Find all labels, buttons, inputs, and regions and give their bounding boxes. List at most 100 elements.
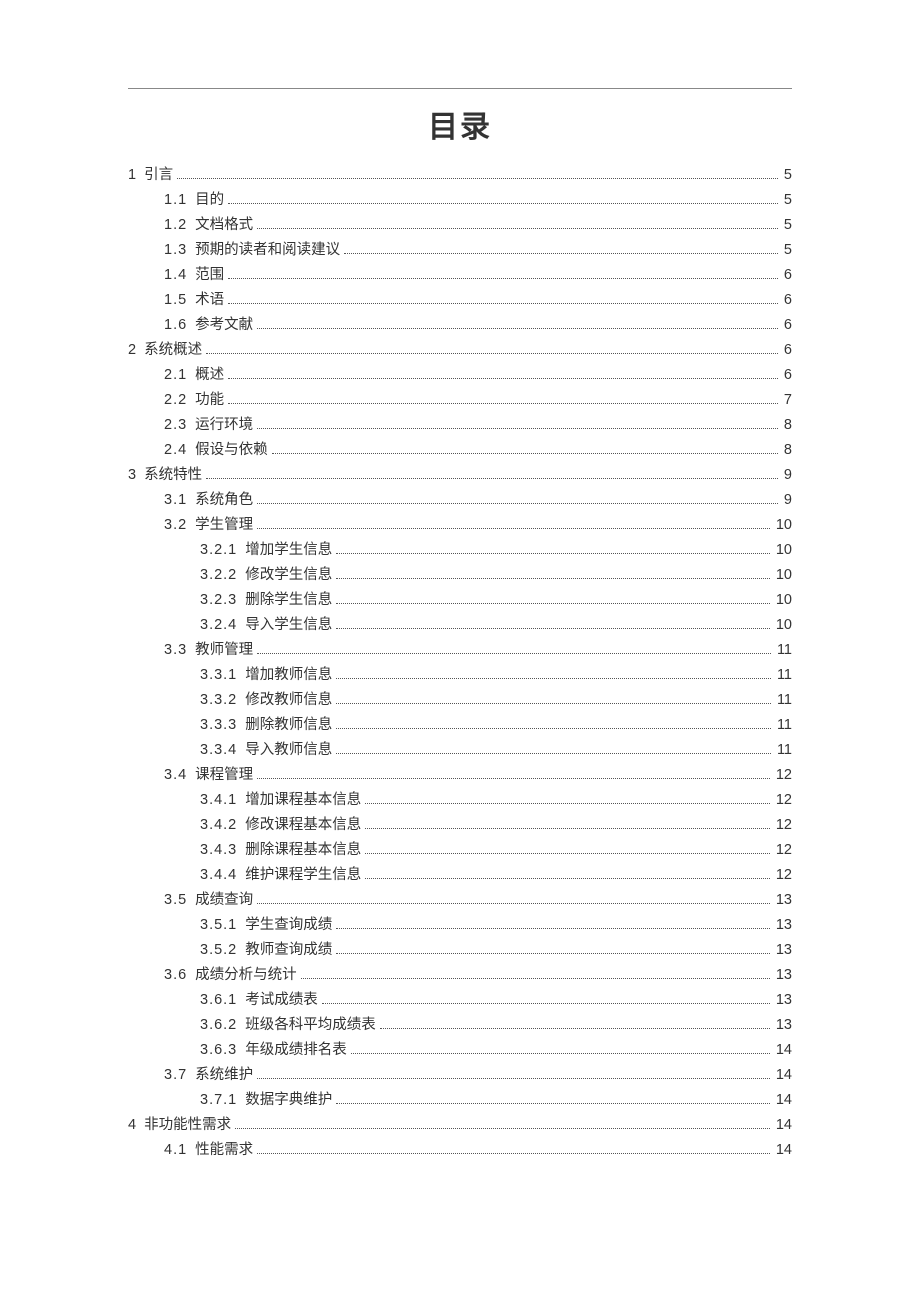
toc-entry: 1.3预期的读者和阅读建议5 [128, 243, 792, 258]
toc-entry-label: 教师查询成绩 [245, 943, 332, 958]
toc-dot-leader [206, 344, 778, 354]
toc-dot-leader [336, 619, 770, 629]
toc-entry: 1.1目的5 [128, 193, 792, 208]
toc-entry-number: 1.5 [164, 293, 187, 308]
toc-entry: 1.6参考文献6 [128, 318, 792, 333]
toc-dot-leader [365, 869, 770, 879]
toc-entry-number: 2.3 [164, 418, 187, 433]
toc-entry-number: 2.1 [164, 368, 187, 383]
toc-entry-number: 3.5.2 [200, 943, 237, 958]
toc-dot-leader [365, 844, 770, 854]
toc-entry: 3.4.1增加课程基本信息12 [128, 793, 792, 808]
toc-dot-leader [365, 794, 770, 804]
toc-entry-number: 3.6.2 [200, 1018, 237, 1033]
toc-entry-label: 修改教师信息 [245, 693, 332, 708]
toc-entry: 3.6.1考试成绩表13 [128, 993, 792, 1008]
toc-entry-page: 13 [774, 918, 792, 933]
toc-entry-page: 10 [774, 543, 792, 558]
toc-entry-label: 学生管理 [195, 518, 253, 533]
toc-entry-number: 1.3 [164, 243, 187, 258]
toc-entry-label: 系统概述 [144, 343, 202, 358]
toc-dot-leader [228, 394, 778, 404]
toc-entry-label: 教师管理 [195, 643, 253, 658]
toc-entry-page: 9 [782, 493, 792, 508]
toc-entry: 3.5.1学生查询成绩13 [128, 918, 792, 933]
toc-entry: 4非功能性需求14 [128, 1118, 792, 1133]
toc-entry-number: 1 [128, 168, 136, 183]
toc-entry-number: 3.3.3 [200, 718, 237, 733]
toc-entry-page: 12 [774, 868, 792, 883]
toc-entry-label: 概述 [195, 368, 224, 383]
toc-entry: 3.2.3删除学生信息10 [128, 593, 792, 608]
toc-entry-label: 考试成绩表 [245, 993, 318, 1008]
toc-entry-number: 1.4 [164, 268, 187, 283]
toc-entry: 3.6.3年级成绩排名表14 [128, 1043, 792, 1058]
toc-dot-leader [322, 994, 770, 1004]
toc-entry-page: 5 [782, 218, 792, 233]
toc-entry-number: 3.3.1 [200, 668, 237, 683]
toc-entry-number: 3.6.1 [200, 993, 237, 1008]
toc-entry-page: 12 [774, 768, 792, 783]
toc-entry-page: 6 [782, 293, 792, 308]
toc-entry-page: 14 [774, 1093, 792, 1108]
toc-entry-page: 11 [775, 693, 792, 708]
toc-dot-leader [344, 244, 778, 254]
toc-entry-number: 2 [128, 343, 136, 358]
toc-entry: 3.2.1增加学生信息10 [128, 543, 792, 558]
toc-entry-label: 增加课程基本信息 [245, 793, 361, 808]
toc-entry: 3.6.2班级各科平均成绩表13 [128, 1018, 792, 1033]
toc-dot-leader [336, 1094, 770, 1104]
toc-entry: 3.5成绩查询13 [128, 893, 792, 908]
toc-entry-number: 3.4.2 [200, 818, 237, 833]
toc-entry-number: 1.6 [164, 318, 187, 333]
toc-entry-label: 班级各科平均成绩表 [245, 1018, 376, 1033]
toc-entry-page: 12 [774, 843, 792, 858]
toc-entry-label: 修改课程基本信息 [245, 818, 361, 833]
toc-entry-number: 2.2 [164, 393, 187, 408]
toc-entry-number: 3.6 [164, 968, 187, 983]
toc-dot-leader [228, 194, 778, 204]
toc-entry: 1.5 术语 6 [128, 293, 792, 308]
toc-entry-page: 13 [774, 893, 792, 908]
toc-entry-label: 预期的读者和阅读建议 [195, 243, 340, 258]
toc-dot-leader [336, 919, 770, 929]
toc-dot-leader [351, 1044, 770, 1054]
toc-entry-page: 9 [782, 468, 792, 483]
toc-entry: 3.4.4 维护课程学生信息 12 [128, 868, 792, 883]
toc-entry-label: 学生查询成绩 [245, 918, 332, 933]
toc-entry-label: 维护课程学生信息 [245, 868, 361, 883]
toc-entry-label: 引言 [144, 168, 173, 183]
toc-dot-leader [257, 319, 778, 329]
toc-dot-leader [336, 944, 770, 954]
toc-dot-leader [380, 1019, 770, 1029]
toc-entry-page: 11 [775, 668, 792, 683]
toc-entry-page: 10 [774, 518, 792, 533]
toc-entry-label: 术语 [195, 293, 224, 308]
toc-dot-leader [257, 419, 778, 429]
toc-entry-number: 2.4 [164, 443, 187, 458]
toc-entry: 2.1概述6 [128, 368, 792, 383]
toc-entry-page: 6 [782, 318, 792, 333]
toc-entry: 3.3.1增加教师信息11 [128, 668, 792, 683]
toc-entry-page: 8 [782, 418, 792, 433]
toc-entry: 3.2.2修改学生信息10 [128, 568, 792, 583]
header-rule [128, 88, 792, 89]
toc-entry-label: 假设与依赖 [195, 443, 268, 458]
toc-entry-page: 8 [782, 443, 792, 458]
toc-dot-leader [177, 169, 778, 179]
toc-entry-label: 增加学生信息 [245, 543, 332, 558]
toc-entry-label: 年级成绩排名表 [245, 1043, 347, 1058]
toc-entry-page: 14 [774, 1143, 792, 1158]
toc-entry: 2.2功能7 [128, 393, 792, 408]
toc-dot-leader [228, 369, 778, 379]
toc-entry-number: 3.2.2 [200, 568, 237, 583]
toc-entry: 3.4.3删除课程基本信息12 [128, 843, 792, 858]
toc-entry: 3.5.2教师查询成绩13 [128, 943, 792, 958]
toc-entry: 3.3.3删除教师信息11 [128, 718, 792, 733]
toc-entry-page: 10 [774, 568, 792, 583]
toc-entry: 3.7.1数据字典维护14 [128, 1093, 792, 1108]
toc-dot-leader [336, 719, 771, 729]
toc-entry-number: 3.4.4 [200, 868, 237, 883]
toc-entry-number: 3.3 [164, 643, 187, 658]
toc-entry: 3.1系统角色9 [128, 493, 792, 508]
